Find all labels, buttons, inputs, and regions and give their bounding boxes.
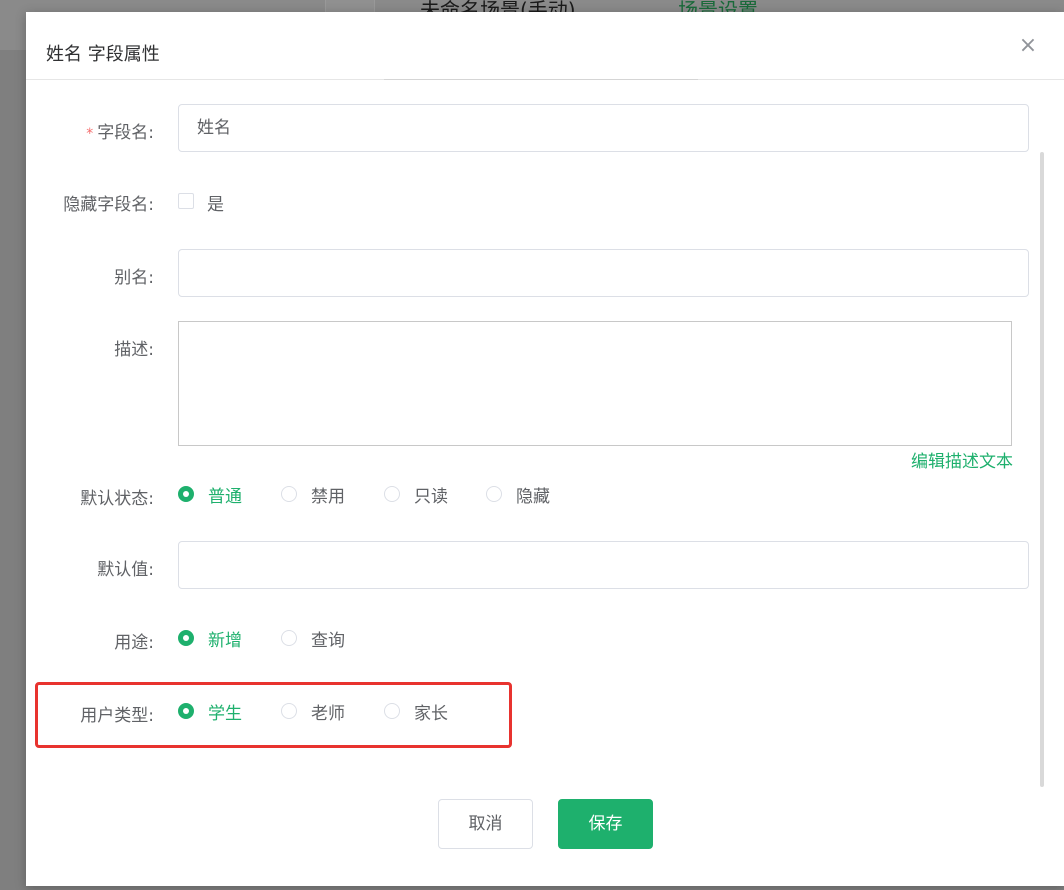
description-textarea[interactable] — [178, 321, 1012, 446]
radio-label: 普通 — [208, 486, 242, 507]
save-button[interactable]: 保存 — [558, 799, 653, 849]
radio-unchecked-icon — [281, 630, 297, 646]
hide-field-name-checkbox[interactable] — [178, 193, 194, 209]
user-type-highlight-box — [35, 682, 512, 748]
divider — [384, 79, 698, 80]
radio-default-state-disabled[interactable]: 禁用 — [281, 482, 345, 507]
dialog-header: 姓名 字段属性 × — [26, 12, 1064, 80]
alias-input[interactable] — [178, 249, 1029, 297]
required-mark: * — [86, 126, 94, 142]
radio-label: 只读 — [414, 486, 448, 507]
radio-default-state-normal[interactable]: 普通 — [178, 482, 242, 507]
radio-unchecked-icon — [281, 486, 297, 502]
hide-field-name-checkbox-label[interactable]: 是 — [207, 190, 224, 215]
default-value-label: 默认值: — [97, 560, 154, 580]
alias-label: 别名: — [114, 268, 154, 288]
field-name-input[interactable]: 姓名 — [178, 104, 1029, 152]
radio-unchecked-icon — [384, 486, 400, 502]
radio-default-state-readonly[interactable]: 只读 — [384, 482, 448, 507]
radio-default-state-hidden[interactable]: 隐藏 — [486, 482, 550, 507]
radio-unchecked-icon — [486, 486, 502, 502]
radio-label: 禁用 — [311, 486, 345, 507]
radio-label: 查询 — [311, 630, 345, 651]
purpose-row: 用途: 新增 查询 — [26, 626, 1064, 653]
hide-field-name-row: 隐藏字段名: 是 — [26, 188, 1064, 215]
description-label: 描述: — [114, 340, 154, 360]
default-value-row: 默认值: — [26, 541, 1064, 591]
radio-label: 隐藏 — [516, 486, 550, 507]
field-name-label: * 字段名: — [86, 118, 154, 143]
default-value-input[interactable] — [178, 541, 1029, 589]
field-name-row: * 字段名: 姓名 — [26, 104, 1064, 154]
edit-description-link[interactable]: 编辑描述文本 — [911, 447, 1013, 472]
radio-checked-icon — [178, 486, 194, 502]
radio-label: 新增 — [208, 630, 242, 651]
field-properties-dialog: 姓名 字段属性 × * 字段名: 姓名 隐藏字段名: 是 别名: 描述: 编辑描述… — [26, 12, 1064, 886]
hide-field-name-label: 隐藏字段名: — [63, 195, 154, 215]
radio-checked-icon — [178, 630, 194, 646]
default-state-label: 默认状态: — [80, 489, 154, 509]
purpose-label: 用途: — [114, 633, 154, 653]
dialog-title: 姓名 字段属性 — [46, 44, 160, 65]
radio-purpose-add[interactable]: 新增 — [178, 626, 242, 651]
alias-row: 别名: — [26, 249, 1064, 299]
radio-purpose-query[interactable]: 查询 — [281, 626, 345, 651]
default-state-row: 默认状态: 普通 禁用 只读 隐藏 — [26, 482, 1064, 509]
description-row: 描述: 编辑描述文本 — [26, 321, 1064, 472]
cancel-button[interactable]: 取消 — [438, 799, 533, 849]
close-icon[interactable]: × — [1018, 35, 1038, 57]
field-name-label-text: 字段名: — [97, 123, 154, 143]
